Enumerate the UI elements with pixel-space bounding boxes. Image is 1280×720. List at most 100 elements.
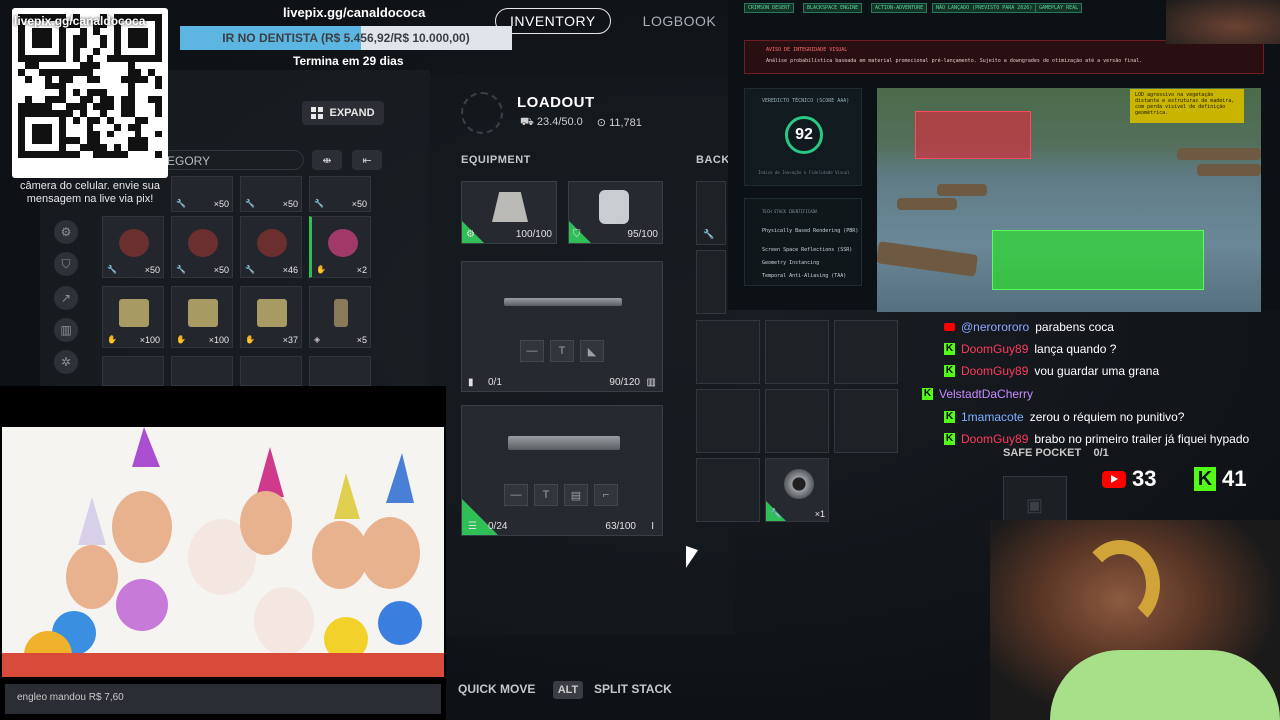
backpack-slot[interactable] (834, 389, 898, 453)
attachment-grip-slot[interactable]: T (534, 484, 558, 506)
highlight-high-detail (992, 230, 1204, 290)
tag-engine: BLACKSPACE ENGINE (803, 3, 863, 13)
attachment-stock-slot[interactable]: ◣ (580, 340, 604, 362)
chat-message: K VelstadtDaCherry (922, 385, 1039, 403)
cable-item-icon (119, 229, 149, 257)
weapon-slot-2[interactable]: — T ▤ ⌐ ☰ 0/24 63/100 I (461, 405, 663, 536)
stash-slot[interactable]: 🔧 ×46 (240, 216, 302, 278)
filter-ammo-icon[interactable]: ▥ (54, 318, 78, 342)
kick-icon: K (944, 365, 955, 377)
expand-arrows-icon: ⇼ (322, 154, 332, 167)
stash-slot-empty[interactable] (240, 356, 302, 386)
ammo-type-icon: ☰ (468, 521, 477, 532)
stash-slot[interactable]: 🔧 ×50 (102, 216, 164, 278)
filter-attachments-icon[interactable]: ⚙ (54, 220, 78, 244)
stash-slot[interactable]: ✋ ×37 (240, 286, 302, 348)
attachment-muzzle-slot[interactable]: — (504, 484, 528, 506)
chat-text: brabo no primeiro trailer já fiquei hypa… (1034, 432, 1250, 446)
backpack-slot[interactable] (765, 389, 829, 453)
shield-durability: 95/100 (627, 229, 658, 240)
gem-icon: ◈ (314, 335, 321, 344)
qr-caption: câmera do celular. envie sua mensagem na… (19, 180, 161, 205)
tab-logbook[interactable]: LOGBOOK (629, 9, 731, 33)
filter-materials-icon[interactable]: ✲ (54, 350, 78, 374)
wrench-icon: 🔧 (245, 199, 255, 208)
item-count: ×2 (356, 265, 367, 275)
party-photo (2, 427, 444, 677)
chat-username: DoomGuy89 (961, 342, 1029, 356)
backpack-slot[interactable] (696, 458, 760, 522)
kick-icon: K (944, 433, 955, 445)
stash-slot[interactable]: 🔧 ×50 (171, 176, 233, 212)
item-count: ×50 (213, 265, 229, 275)
backpack-slot[interactable] (696, 250, 726, 314)
currency-stat: ⊙ 11,781 (597, 116, 642, 130)
attachment-grip-slot[interactable]: T (550, 340, 574, 362)
loadout-stats: ⛟ 23.4/50.0 ⊙ 11,781 (520, 116, 642, 130)
stash-slot[interactable]: 🔧 ×50 (171, 216, 233, 278)
expand-button[interactable]: EXPAND (302, 101, 384, 125)
collapse-arrows-icon: ⇤ (362, 154, 372, 167)
weight-stat: ⛟ 23.4/50.0 (520, 116, 583, 130)
kick-viewer-count: K 41 (1194, 466, 1246, 492)
stream-frame: INVENTORY LOGBOOK S EXPAND EGORY ⇼ ⇤ ⚙ ⛉… (0, 0, 1280, 720)
grid-icon (311, 107, 324, 119)
tech-stack-item: Physically Based Rendering (PBR) (762, 228, 859, 234)
cable-item-icon (188, 229, 218, 257)
wrench-icon: 🔧 (703, 229, 715, 239)
filter-shield-icon[interactable]: ⛉ (54, 252, 78, 276)
stash-slot-empty[interactable] (102, 356, 164, 386)
backpack-slot[interactable] (765, 320, 829, 384)
attachment-muzzle-slot[interactable]: — (520, 340, 544, 362)
stash-slot[interactable]: ✋ ×100 (171, 286, 233, 348)
stash-slot[interactable]: ✋ ×100 (102, 286, 164, 348)
backpack-slot[interactable] (834, 320, 898, 384)
stash-slot[interactable]: ◈ ×5 (309, 286, 371, 348)
wrench-icon: 🔧 (176, 265, 186, 274)
alt-key: ALT (553, 681, 583, 699)
item-count: ×50 (213, 199, 229, 209)
filter-weapons-icon[interactable]: ↗ (54, 286, 78, 310)
stash-slot-empty[interactable] (171, 356, 233, 386)
wrench-icon: 🔧 (107, 265, 117, 274)
item-count: ×37 (282, 335, 298, 345)
youtube-icon (944, 323, 955, 331)
shield-type-icon: ⛉ (573, 229, 581, 240)
tech-stack-item: Temporal Anti-Aliasing (TAA) (762, 273, 847, 279)
attachment-mag-slot[interactable]: ▤ (564, 484, 588, 506)
ammo-type-icon: ▮ (468, 377, 474, 388)
package-item-icon (119, 299, 149, 327)
expand-all-button[interactable]: ⇼ (312, 150, 342, 170)
tag-genre: ACTION-ADVENTURE (871, 3, 928, 13)
stash-slot-empty[interactable] (309, 356, 371, 386)
augment-slot[interactable]: ⚙ 100/100 (461, 181, 557, 244)
bag-icon: ⛟ (520, 116, 537, 128)
backpack-slot[interactable] (696, 320, 760, 384)
lod-note: LOD agressivo na vegetação distante e es… (1130, 89, 1244, 123)
backpack-slot[interactable]: 🔧 (696, 181, 726, 245)
stash-slot[interactable]: 🔧 ×50 (240, 176, 302, 212)
weapon-slot-1[interactable]: — T ◣ ▮ 0/1 90/120 ▥ (461, 261, 663, 392)
grenade-item-icon (784, 469, 814, 499)
item-count: ×50 (282, 199, 298, 209)
weapon1-durability: 90/120 (609, 377, 640, 388)
category-dropdown[interactable]: EGORY (160, 150, 304, 170)
weight-value: 23.4/50.0 (536, 116, 583, 128)
attachment-stock-slot[interactable]: ⌐ (594, 484, 618, 506)
donation-deadline: Termina em 29 dias (293, 54, 404, 68)
backpack-slot[interactable] (696, 389, 760, 453)
backpack-slot[interactable]: 🔧 ×1 (765, 458, 829, 522)
collapse-all-button[interactable]: ⇤ (352, 150, 382, 170)
qr-pattern (18, 14, 162, 158)
chat-message: K DoomGuy89 lança quando ? (944, 340, 1116, 358)
donation-goal-text: IR NO DENTISTA (R$ 5.456,92/R$ 10.000,00… (222, 31, 470, 45)
stash-slot[interactable]: ✋ ×2 (309, 216, 371, 278)
safe-pocket-header: SAFE POCKET 0/1 (1003, 447, 1109, 459)
tab-inventory[interactable]: INVENTORY (495, 8, 611, 34)
safe-pocket-label: SAFE POCKET (1003, 447, 1082, 459)
shield-slot[interactable]: ⛉ 95/100 (568, 181, 663, 244)
wrench-icon: 🔧 (176, 199, 186, 208)
tech-stack-item: Geometry Instancing (762, 260, 820, 266)
party-illustration (2, 427, 444, 677)
stash-slot[interactable]: 🔧 ×50 (309, 176, 371, 212)
